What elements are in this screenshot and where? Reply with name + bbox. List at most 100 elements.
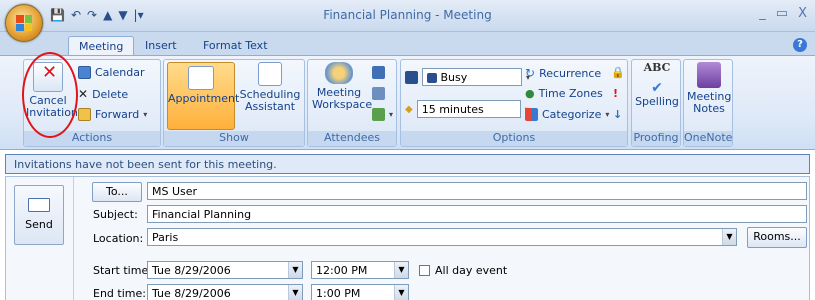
- delete-button[interactable]: ✕ Delete: [78, 87, 128, 101]
- reminder-field: 15 minutes: [416, 100, 521, 118]
- people-icon: [325, 62, 353, 84]
- all-day-checkbox[interactable]: [419, 265, 430, 276]
- meeting-workspace-button[interactable]: Meeting Workspace: [312, 62, 372, 111]
- recurrence-button[interactable]: ↻ Recurrence: [525, 66, 601, 80]
- forward-label: Forward: [95, 108, 140, 121]
- office-logo-icon: [16, 15, 32, 31]
- group-label: Show: [164, 131, 304, 146]
- private-lock-icon[interactable]: 🔒: [611, 66, 625, 79]
- chevron-down-icon[interactable]: ▼: [288, 285, 302, 300]
- chevron-down-icon[interactable]: ▼: [394, 262, 408, 278]
- start-date-value: Tue 8/29/2006: [152, 264, 231, 277]
- appointment-button[interactable]: Appointment: [167, 62, 239, 130]
- categorize-label: Categorize: [542, 108, 602, 121]
- chevron-down-icon[interactable]: ▼: [394, 285, 408, 300]
- maximize-button[interactable]: ▭: [776, 6, 788, 21]
- location-field[interactable]: Paris ▼: [147, 228, 737, 246]
- group-options: Busy ▾ ◆ 15 minutes ▾ ↻ Recurrence ● Tim…: [400, 59, 628, 147]
- office-button[interactable]: [5, 4, 43, 42]
- meeting-workspace-label: Meeting Workspace: [312, 86, 373, 111]
- tab-format-text[interactable]: Format Text: [193, 36, 278, 56]
- window-title: Financial Planning - Meeting: [323, 8, 492, 22]
- subject-field[interactable]: Financial Planning: [147, 205, 807, 223]
- ribbon: ✕ Cancel Invitation Calendar ✕ Delete Fo…: [0, 55, 815, 150]
- show-as-value: Busy: [440, 71, 468, 84]
- high-importance-icon[interactable]: !: [613, 87, 618, 100]
- meeting-notes-label: Meeting Notes: [687, 90, 732, 115]
- title-bar: 💾 ↶ ↷ ▲ ▼ |▾ Financial Planning - Meetin…: [0, 0, 815, 32]
- calendar-button[interactable]: Calendar: [78, 66, 144, 79]
- time-zones-button[interactable]: ● Time Zones: [525, 87, 603, 100]
- start-time-value: 12:00 PM: [316, 264, 368, 277]
- start-date-field[interactable]: Tue 8/29/2006 ▼: [147, 261, 303, 279]
- response-options-icon[interactable]: ▾: [372, 108, 393, 121]
- all-day-label: All day event: [435, 264, 508, 277]
- categorize-icon: [525, 108, 538, 121]
- rooms-button[interactable]: Rooms...: [747, 227, 807, 248]
- forward-icon: [78, 108, 91, 121]
- to-field[interactable]: MS User: [147, 182, 807, 200]
- group-label: Proofing: [632, 131, 680, 146]
- scheduling-assistant-icon: [258, 62, 282, 86]
- meeting-notes-button[interactable]: Meeting Notes: [687, 62, 731, 115]
- delete-label: Delete: [92, 87, 129, 101]
- highlight-circle: [22, 52, 78, 138]
- end-time-label: End time:: [93, 287, 146, 300]
- start-time-label: Start time:: [93, 264, 152, 277]
- onenote-icon: [697, 62, 721, 88]
- end-time-value: 1:00 PM: [316, 287, 361, 300]
- meeting-form: Send To... MS User Subject: Financial Pl…: [5, 176, 810, 300]
- appointment-label: Appointment: [168, 92, 240, 105]
- location-label: Location:: [93, 232, 144, 245]
- low-importance-icon[interactable]: ↓: [613, 108, 622, 121]
- spelling-icon: ABC: [643, 61, 671, 74]
- show-as-dropdown[interactable]: Busy ▾: [405, 68, 530, 86]
- scheduling-assistant-button[interactable]: Scheduling Assistant: [236, 62, 304, 113]
- minimize-button[interactable]: _: [759, 6, 766, 21]
- recurrence-icon: ↻: [525, 66, 536, 80]
- reminder-value: 15 minutes: [421, 103, 484, 116]
- time-zones-label: Time Zones: [538, 87, 603, 100]
- recurrence-label: Recurrence: [539, 66, 602, 80]
- close-button[interactable]: X: [798, 6, 807, 21]
- check-names-icon[interactable]: [372, 87, 385, 100]
- show-as-field: Busy: [422, 68, 522, 86]
- end-date-field[interactable]: Tue 8/29/2006 ▼: [147, 284, 303, 300]
- group-show: Appointment Scheduling Assistant Show: [163, 59, 305, 147]
- group-attendees: Meeting Workspace ▾ Attendees: [307, 59, 397, 147]
- chevron-down-icon: ▾: [143, 110, 148, 119]
- calendar-icon: [78, 66, 91, 79]
- help-icon[interactable]: ?: [793, 38, 807, 52]
- spelling-button[interactable]: ABC ✔ Spelling: [635, 62, 679, 108]
- window-controls: _ ▭ X: [759, 6, 807, 21]
- send-button[interactable]: Send: [14, 185, 64, 245]
- send-icon: [28, 198, 50, 212]
- chevron-down-icon[interactable]: ▼: [288, 262, 302, 278]
- to-button[interactable]: To...: [92, 182, 142, 202]
- reminder-dropdown[interactable]: ◆ 15 minutes ▾: [405, 100, 529, 118]
- group-label: Options: [401, 131, 627, 146]
- forward-button[interactable]: Forward ▾: [78, 108, 147, 121]
- ribbon-tabs: Meeting Insert Format Text: [0, 32, 815, 56]
- check-icon: ✔: [651, 80, 663, 96]
- chevron-down-icon[interactable]: ▼: [722, 229, 736, 245]
- location-value: Paris: [152, 231, 179, 244]
- subject-label: Subject:: [93, 208, 138, 221]
- group-onenote: Meeting Notes OneNote: [683, 59, 733, 147]
- group-label: OneNote: [684, 131, 733, 146]
- divider: [73, 177, 74, 300]
- show-as-icon: [405, 70, 418, 84]
- tab-meeting[interactable]: Meeting: [68, 36, 135, 56]
- categorize-button[interactable]: Categorize ▾: [525, 108, 609, 121]
- end-date-value: Tue 8/29/2006: [152, 287, 231, 300]
- chevron-down-icon: ▾: [605, 110, 610, 119]
- globe-icon: ●: [525, 87, 535, 100]
- start-time-field[interactable]: 12:00 PM ▼: [311, 261, 409, 279]
- info-bar: Invitations have not been sent for this …: [5, 154, 810, 174]
- end-time-field[interactable]: 1:00 PM ▼: [311, 284, 409, 300]
- tab-insert[interactable]: Insert: [135, 36, 187, 56]
- group-proofing: ABC ✔ Spelling Proofing: [631, 59, 681, 147]
- appointment-icon: [188, 66, 214, 90]
- bell-icon: ◆: [405, 103, 413, 115]
- address-book-icon[interactable]: [372, 66, 385, 79]
